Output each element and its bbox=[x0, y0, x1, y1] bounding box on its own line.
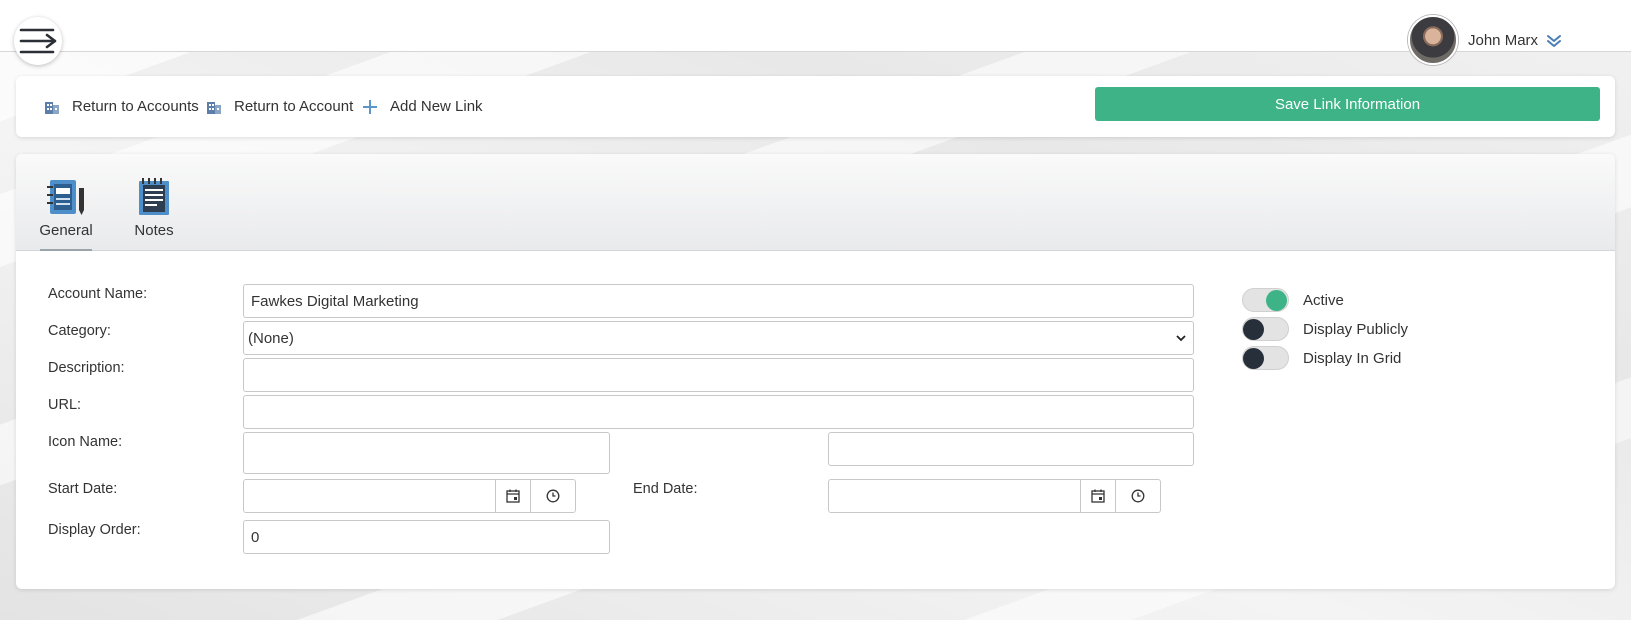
save-link-button[interactable]: Save Link Information bbox=[1095, 87, 1600, 121]
description-field[interactable] bbox=[243, 358, 1194, 392]
icon-extra-field[interactable] bbox=[828, 432, 1194, 466]
toggle-knob bbox=[1243, 319, 1264, 340]
description-label: Description: bbox=[48, 360, 125, 376]
return-to-account-link[interactable]: Return to Account bbox=[206, 76, 353, 137]
end-time-button[interactable] bbox=[1115, 479, 1161, 513]
display-publicly-toggle[interactable] bbox=[1242, 317, 1289, 341]
display-in-grid-label: Display In Grid bbox=[1303, 349, 1402, 367]
return-to-accounts-link[interactable]: Return to Accounts bbox=[44, 76, 199, 137]
icon-name-label: Icon Name: bbox=[48, 434, 123, 450]
building-icon bbox=[45, 101, 59, 114]
start-date-label: Start Date: bbox=[48, 481, 118, 497]
start-date-group bbox=[243, 479, 576, 513]
display-in-grid-switch-row[interactable]: Display In Grid bbox=[1242, 346, 1401, 370]
link-form-panel: General Notes Account Name: Category: De… bbox=[16, 154, 1615, 589]
add-new-link-label: Add New Link bbox=[390, 98, 483, 115]
display-order-label: Display Order: bbox=[48, 522, 141, 538]
display-in-grid-toggle[interactable] bbox=[1242, 346, 1289, 370]
toggle-knob bbox=[1243, 348, 1264, 369]
start-time-button[interactable] bbox=[530, 479, 576, 513]
notebook-pen-icon bbox=[47, 180, 84, 215]
double-chevron-down-icon[interactable] bbox=[1546, 33, 1562, 49]
url-field[interactable] bbox=[243, 395, 1194, 429]
clock-icon bbox=[1131, 489, 1145, 503]
toggle-knob bbox=[1266, 290, 1287, 311]
tab-general-label: General bbox=[39, 222, 93, 239]
return-to-accounts-label: Return to Accounts bbox=[72, 98, 199, 115]
tab-bar: General Notes bbox=[16, 154, 1615, 251]
user-name[interactable]: John Marx bbox=[1468, 32, 1538, 49]
user-menu[interactable]: John Marx bbox=[1408, 14, 1562, 66]
display-order-field[interactable] bbox=[243, 520, 610, 554]
end-date-calendar-button[interactable] bbox=[1080, 479, 1116, 513]
chevron-down-icon bbox=[1176, 335, 1186, 342]
active-toggle[interactable] bbox=[1242, 288, 1289, 312]
start-date-calendar-button[interactable] bbox=[495, 479, 531, 513]
active-switch-row[interactable]: Active bbox=[1242, 288, 1344, 312]
account-name-label: Account Name: bbox=[48, 286, 148, 302]
start-date-field[interactable] bbox=[243, 479, 496, 513]
end-date-field[interactable] bbox=[828, 479, 1081, 513]
account-name-field[interactable] bbox=[243, 284, 1194, 318]
building-icon bbox=[207, 101, 221, 114]
category-select[interactable]: (None) bbox=[243, 321, 1194, 355]
category-select-wrap: (None) bbox=[243, 321, 1194, 355]
top-bar bbox=[0, 0, 1631, 52]
calendar-icon bbox=[506, 489, 520, 503]
calendar-icon bbox=[1091, 489, 1105, 503]
end-date-group bbox=[828, 479, 1161, 513]
display-publicly-switch-row[interactable]: Display Publicly bbox=[1242, 317, 1408, 341]
avatar[interactable] bbox=[1408, 15, 1458, 65]
return-to-account-label: Return to Account bbox=[234, 98, 354, 115]
notepad-icon bbox=[139, 178, 169, 215]
add-new-link-button[interactable]: Add New Link bbox=[362, 76, 483, 137]
category-label: Category: bbox=[48, 323, 111, 339]
url-label: URL: bbox=[48, 397, 82, 413]
icon-name-field[interactable] bbox=[243, 432, 610, 474]
active-label: Active bbox=[1303, 291, 1344, 309]
tab-notes[interactable]: Notes bbox=[128, 178, 180, 239]
menu-button[interactable] bbox=[14, 17, 62, 65]
plus-icon bbox=[363, 99, 377, 114]
tab-general[interactable]: General bbox=[39, 178, 93, 251]
end-date-label: End Date: bbox=[633, 481, 698, 497]
display-publicly-label: Display Publicly bbox=[1303, 320, 1409, 338]
tab-notes-label: Notes bbox=[134, 222, 174, 239]
clock-icon bbox=[546, 489, 560, 503]
action-toolbar: Return to Accounts Return to Account Add… bbox=[16, 76, 1615, 137]
menu-arrow-icon bbox=[19, 28, 57, 54]
